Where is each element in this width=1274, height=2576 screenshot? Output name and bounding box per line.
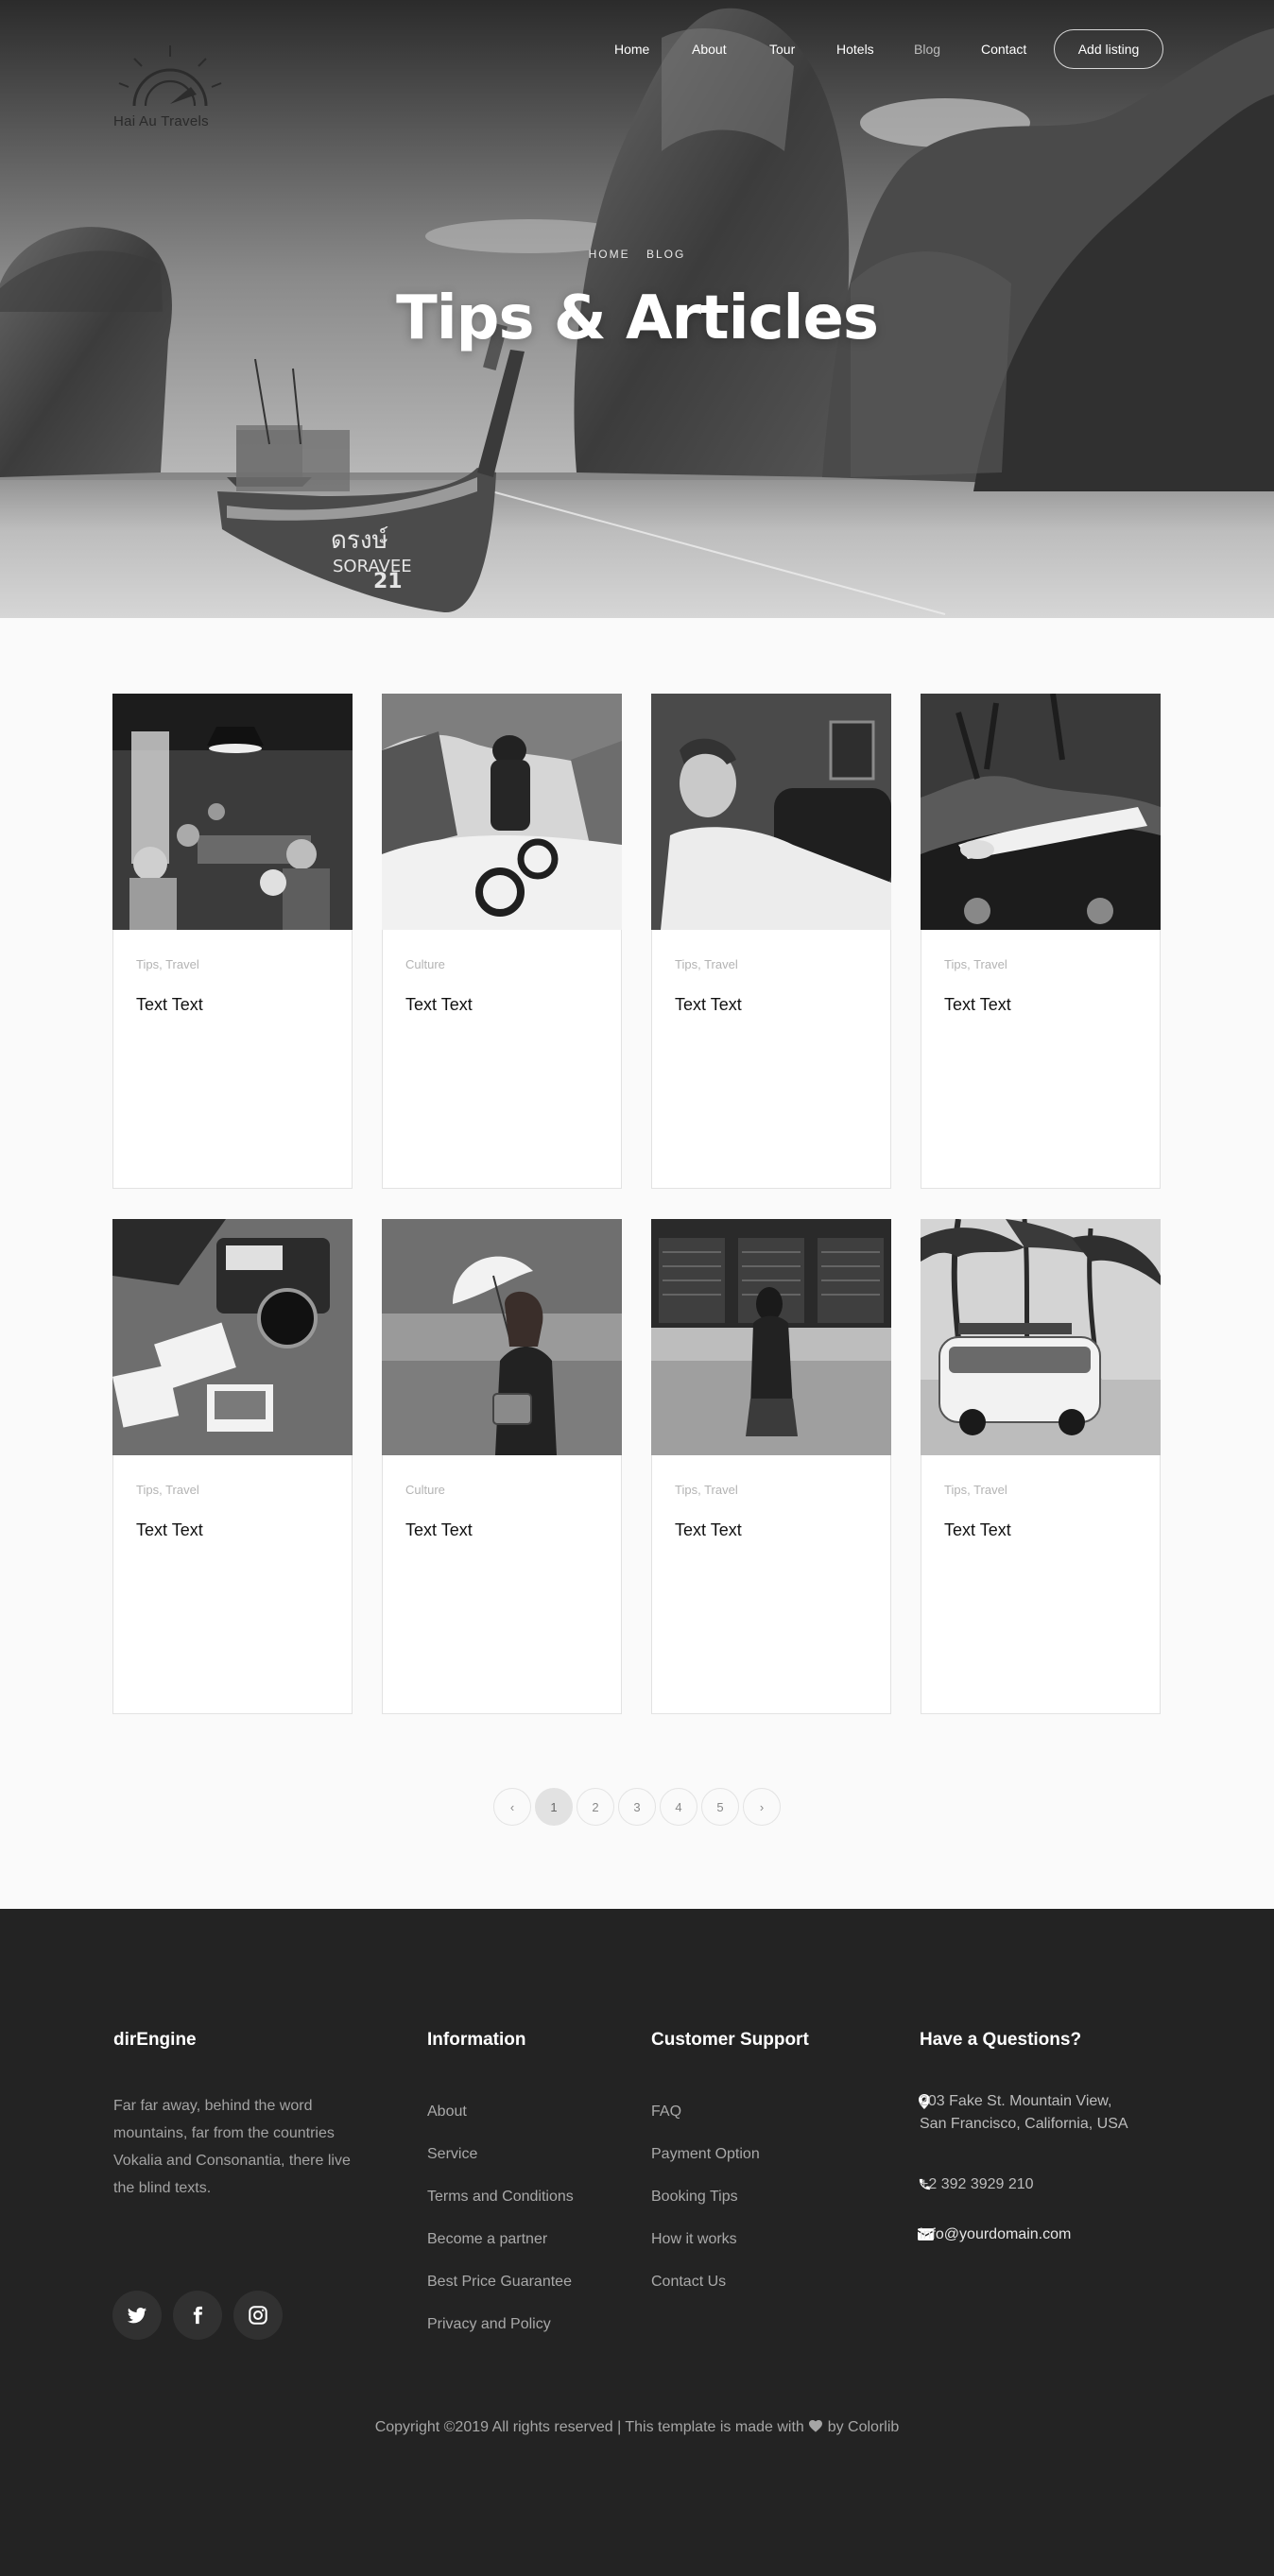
colorlib-link[interactable]: by Colorlib xyxy=(828,2419,900,2435)
brand-name[interactable]: Hai Au Travels xyxy=(113,113,209,129)
post-thumbnail[interactable] xyxy=(921,694,1161,930)
post-title[interactable]: Text Text xyxy=(405,1520,473,1540)
post-tags[interactable]: Tips, Travel xyxy=(136,1483,199,1497)
add-listing-button[interactable]: Add listing xyxy=(1054,29,1163,69)
footer-email[interactable]: info@yourdomain.com xyxy=(920,2224,1071,2246)
post-card[interactable]: Tips, Travel Text Text xyxy=(112,1219,353,1714)
footer-link-about[interactable]: About xyxy=(427,2104,467,2121)
breadcrumb: HOME BLOG xyxy=(0,248,1274,261)
footer-phone[interactable]: +2 392 3929 210 xyxy=(920,2173,1034,2196)
footer-about-heading: dirEngine xyxy=(113,2030,197,2050)
pagination-page-4[interactable]: 4 xyxy=(660,1788,697,1826)
post-tags[interactable]: Tips, Travel xyxy=(675,1483,738,1497)
post-tags[interactable]: Tips, Travel xyxy=(944,957,1007,971)
pagination: ‹ 1 2 3 4 5 › xyxy=(493,1788,781,1826)
footer-link-privacy[interactable]: Privacy and Policy xyxy=(427,2316,551,2333)
hero-banner: ดรงษ์ SORAVEE 21 Hai Au Travels Home Abo… xyxy=(0,0,1274,618)
pagination-page-5[interactable]: 5 xyxy=(701,1788,739,1826)
post-thumbnail[interactable] xyxy=(112,694,353,930)
heart-icon xyxy=(809,2419,823,2432)
post-thumbnail[interactable] xyxy=(651,1219,891,1455)
nav-home[interactable]: Home xyxy=(614,42,649,57)
footer-link-contact-us[interactable]: Contact Us xyxy=(651,2274,726,2291)
footer-link-partner[interactable]: Become a partner xyxy=(427,2231,547,2248)
instagram-icon[interactable] xyxy=(233,2291,283,2340)
footer-link-price-guarantee[interactable]: Best Price Guarantee xyxy=(427,2274,572,2291)
woman-on-car-photo xyxy=(921,694,1161,930)
footer-link-how-it-works[interactable]: How it works xyxy=(651,2231,737,2248)
copyright-prefix: Copyright ©2019 All rights reserved | Th… xyxy=(374,2419,804,2435)
post-thumbnail[interactable] xyxy=(382,694,622,930)
post-title[interactable]: Text Text xyxy=(136,995,203,1015)
post-tags[interactable]: Tips, Travel xyxy=(944,1483,1007,1497)
nav-contact[interactable]: Contact xyxy=(981,42,1026,57)
post-card[interactable]: Tips, Travel Text Text xyxy=(921,1219,1161,1714)
nav-hotels[interactable]: Hotels xyxy=(836,42,874,57)
site-footer: dirEngine Far far away, behind the word … xyxy=(0,1909,1274,2576)
breadcrumb-blog: BLOG xyxy=(646,248,686,261)
post-tags[interactable]: Tips, Travel xyxy=(136,957,199,971)
footer-questions-heading: Have a Questions? xyxy=(920,2030,1082,2050)
footer-information-heading: Information xyxy=(427,2030,526,2050)
van-palms-photo xyxy=(921,1219,1161,1455)
footer-link-payment[interactable]: Payment Option xyxy=(651,2146,760,2163)
boat-name-thai: ดรงษ์ xyxy=(331,526,388,555)
post-title[interactable]: Text Text xyxy=(944,995,1011,1015)
post-tags[interactable]: Tips, Travel xyxy=(675,957,738,971)
footer-support-heading: Customer Support xyxy=(651,2030,809,2050)
post-title[interactable]: Text Text xyxy=(136,1520,203,1540)
boat-number: 21 xyxy=(373,570,403,593)
twitter-icon[interactable] xyxy=(112,2291,162,2340)
post-thumbnail[interactable] xyxy=(112,1219,353,1455)
post-thumbnail[interactable] xyxy=(382,1219,622,1455)
post-card[interactable]: Tips, Travel Text Text xyxy=(651,1219,891,1714)
pagination-prev[interactable]: ‹ xyxy=(493,1788,531,1826)
post-thumbnail[interactable] xyxy=(651,694,891,930)
nav-about[interactable]: About xyxy=(692,42,727,57)
breadcrumb-home[interactable]: HOME xyxy=(589,248,630,261)
post-card[interactable]: Tips, Travel Text Text xyxy=(651,694,891,1189)
camera-polaroids-photo xyxy=(112,1219,353,1455)
pagination-page-3[interactable]: 3 xyxy=(618,1788,656,1826)
post-thumbnail[interactable] xyxy=(921,1219,1161,1455)
nav-blog[interactable]: Blog xyxy=(914,42,940,57)
post-card[interactable]: Culture Text Text xyxy=(382,694,622,1189)
post-tags[interactable]: Culture xyxy=(405,1483,445,1497)
top-navigation: Hai Au Travels Home About Tour Hotels Bl… xyxy=(0,28,1274,129)
pagination-page-2[interactable]: 2 xyxy=(577,1788,614,1826)
copyright-text: Copyright ©2019 All rights reserved | Th… xyxy=(0,2419,1274,2436)
facebook-icon[interactable] xyxy=(173,2291,222,2340)
man-on-couch-photo xyxy=(651,694,891,930)
nav-tour[interactable]: Tour xyxy=(769,42,795,57)
post-title[interactable]: Text Text xyxy=(675,995,742,1015)
snow-bike-photo xyxy=(382,694,622,930)
post-title[interactable]: Text Text xyxy=(944,1520,1011,1540)
post-tags[interactable]: Culture xyxy=(405,957,445,971)
post-card[interactable]: Tips, Travel Text Text xyxy=(921,694,1161,1189)
post-card[interactable]: Culture Text Text xyxy=(382,1219,622,1714)
airport-board-photo xyxy=(651,1219,891,1455)
woman-umbrella-photo xyxy=(382,1219,622,1455)
pagination-page-1[interactable]: 1 xyxy=(535,1788,573,1826)
restaurant-friends-photo xyxy=(112,694,353,930)
page-title: Tips & Articles xyxy=(396,283,879,353)
post-title[interactable]: Text Text xyxy=(405,995,473,1015)
footer-link-service[interactable]: Service xyxy=(427,2146,477,2163)
footer-link-faq[interactable]: FAQ xyxy=(651,2104,681,2121)
footer-address: 203 Fake St. Mountain View, San Francisc… xyxy=(920,2093,1128,2132)
post-title[interactable]: Text Text xyxy=(675,1520,742,1540)
footer-link-booking-tips[interactable]: Booking Tips xyxy=(651,2189,738,2206)
footer-about-text: Far far away, behind the word mountains,… xyxy=(113,2098,351,2196)
post-card[interactable]: Tips, Travel Text Text xyxy=(112,694,353,1189)
footer-link-terms[interactable]: Terms and Conditions xyxy=(427,2189,574,2206)
pagination-next[interactable]: › xyxy=(743,1788,781,1826)
